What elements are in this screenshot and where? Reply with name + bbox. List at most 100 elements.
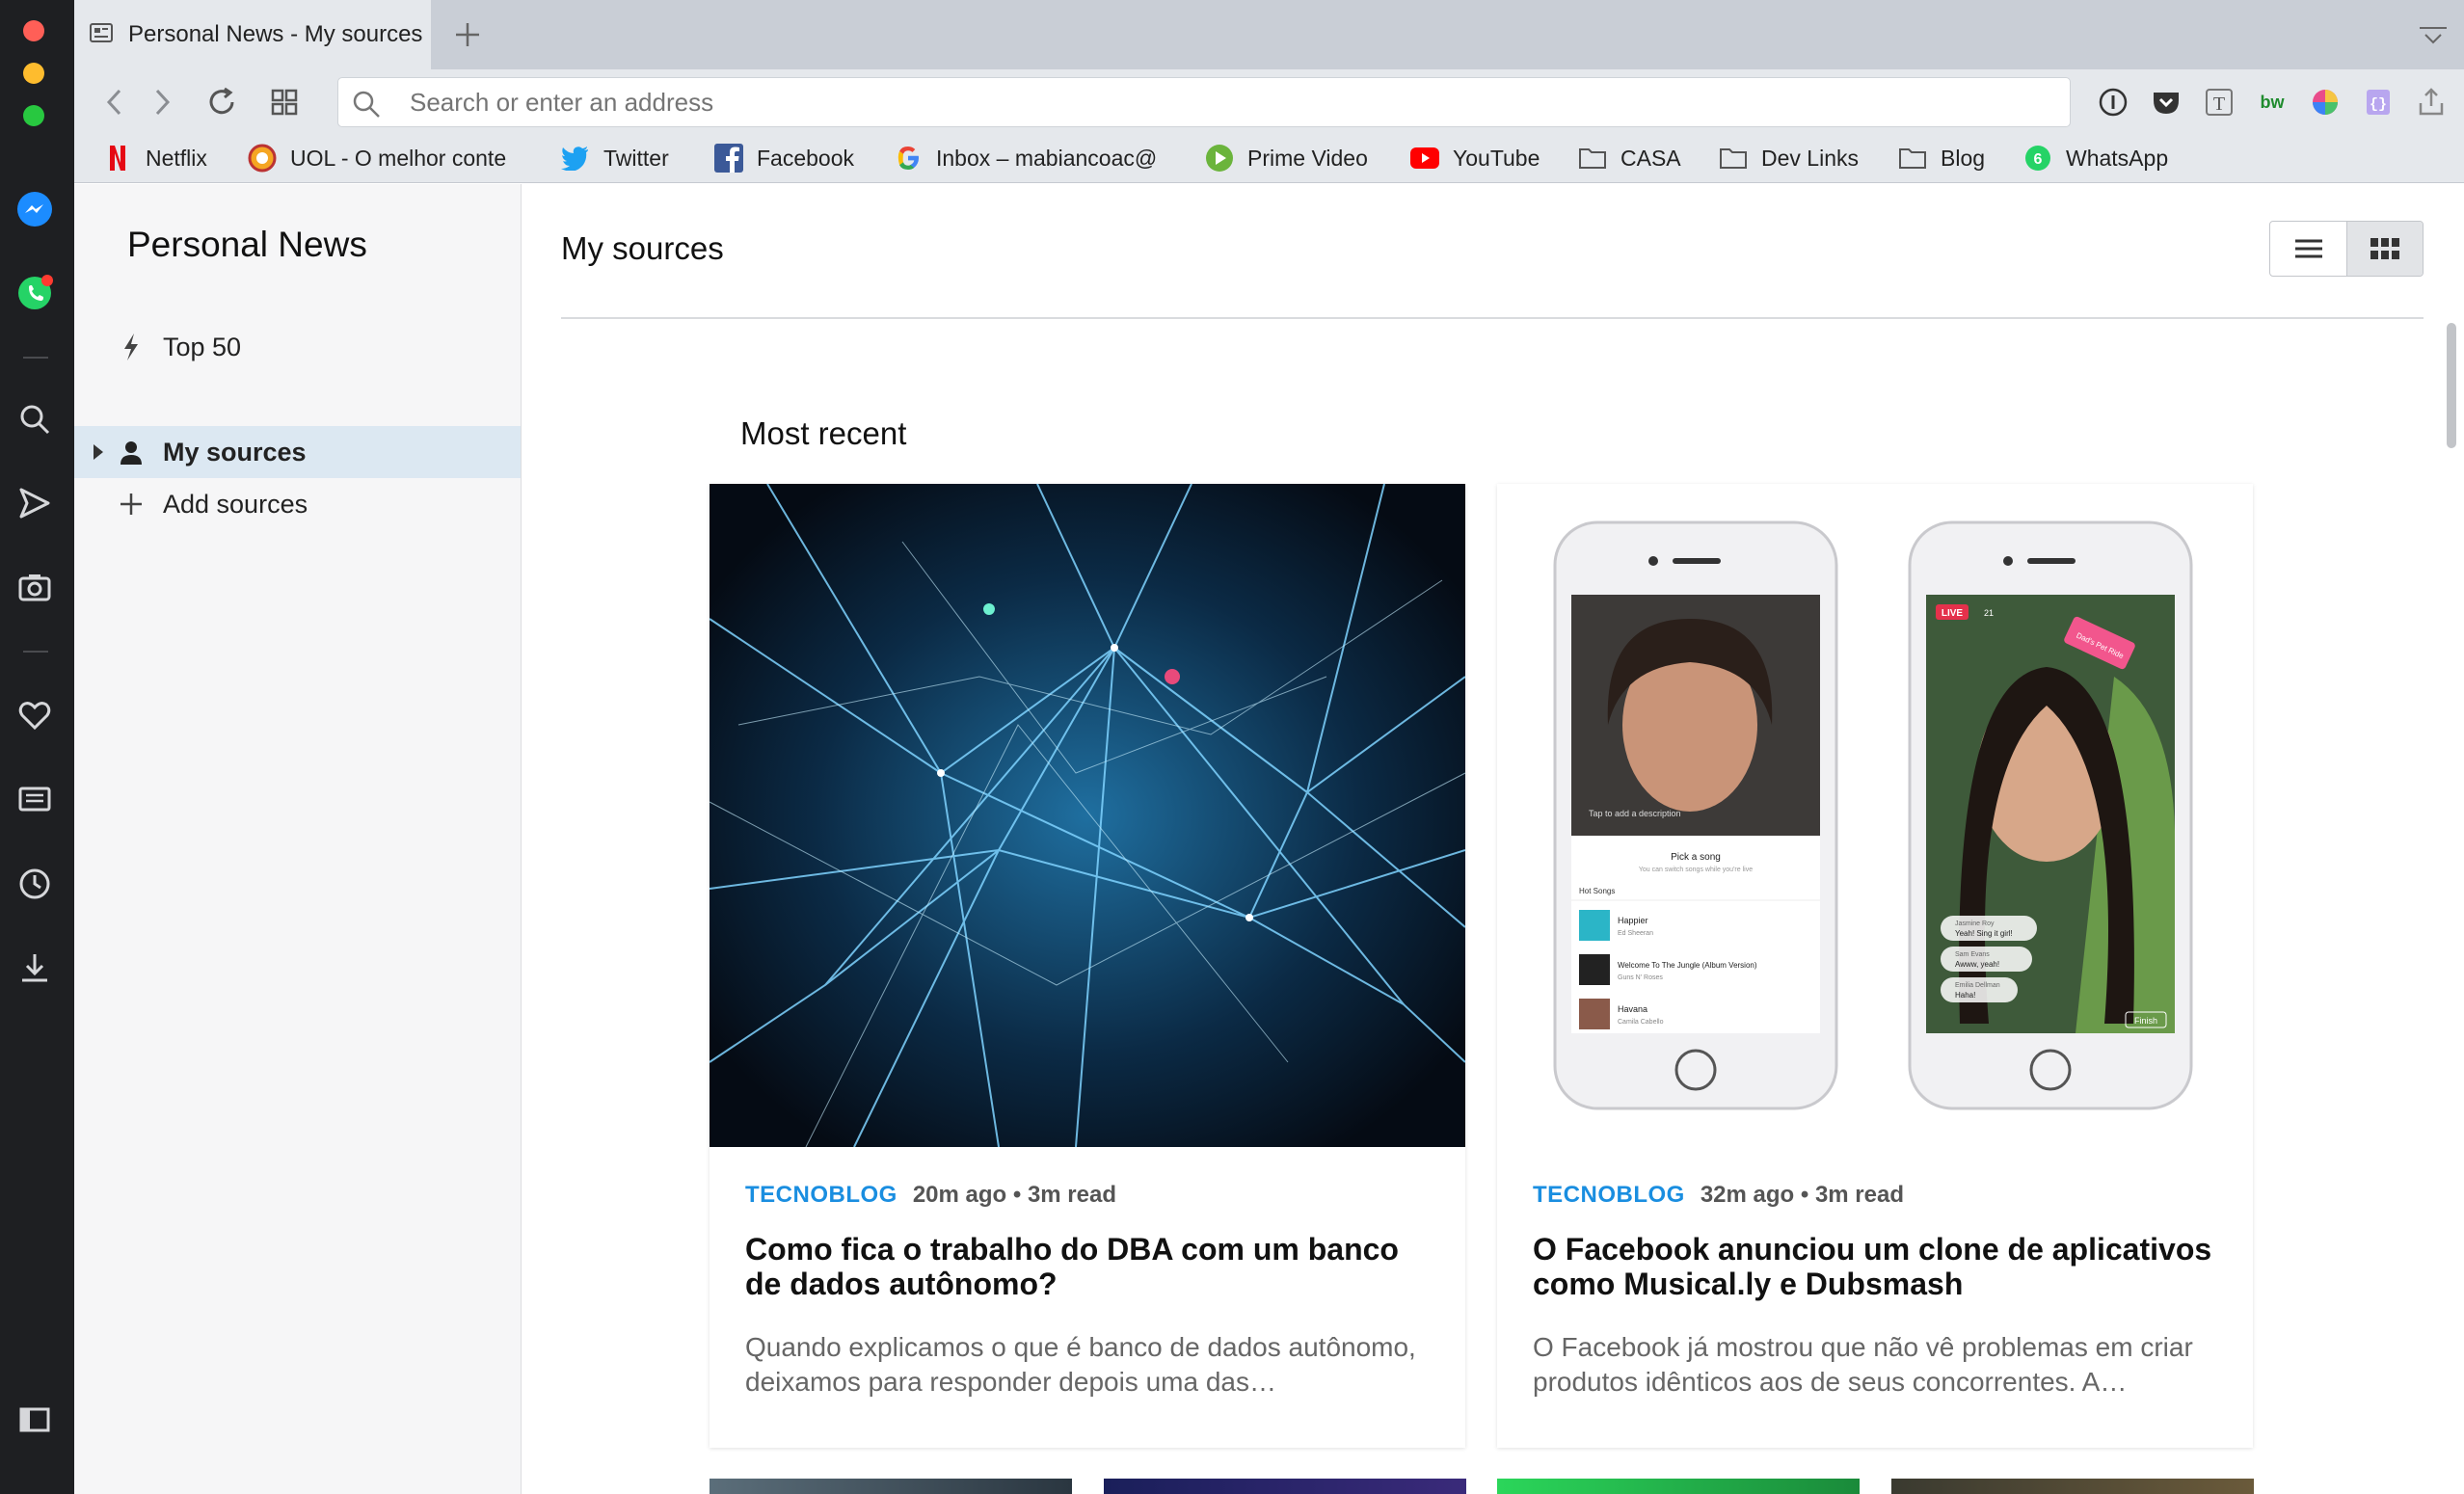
reload-button[interactable] [202, 83, 241, 121]
lightning-icon [115, 331, 147, 363]
svg-text:Welcome To The Jungle (Album V: Welcome To The Jungle (Album Version) [1618, 961, 1757, 970]
heart-icon[interactable] [14, 695, 55, 735]
nav-item-add-sources[interactable]: Add sources [74, 478, 521, 530]
scrollbar[interactable] [2443, 184, 2464, 1494]
pocket-icon[interactable] [2149, 85, 2183, 120]
svg-text:Awww, yeah!: Awww, yeah! [1955, 960, 1999, 969]
svg-text:Sam Evans: Sam Evans [1955, 951, 1990, 958]
bw-extension-icon[interactable]: bw [2255, 85, 2290, 120]
vpn-extension-icon[interactable] [2096, 85, 2130, 120]
netflix-icon [103, 144, 132, 173]
forward-button[interactable] [143, 83, 181, 121]
bookmark-netflix[interactable]: Netflix [103, 141, 207, 175]
new-tab-button[interactable] [450, 17, 485, 52]
bookmark-youtube[interactable]: YouTube [1410, 141, 1540, 175]
share-icon[interactable] [2414, 85, 2449, 120]
list-view-button[interactable] [2270, 222, 2346, 276]
svg-text:T: T [2213, 93, 2225, 115]
sidebar-toggle-icon[interactable] [14, 1400, 55, 1440]
youtube-icon [1410, 144, 1439, 173]
article-time: 32m ago • 3m read [1700, 1182, 1904, 1208]
article-source[interactable]: TECNOBLOG [1533, 1182, 1685, 1208]
bookmark-inbox[interactable]: Inbox – mabiancoac@ [894, 141, 1241, 175]
tab-strip: Personal News - My sources [74, 0, 2464, 69]
scrollbar-thumb[interactable] [2447, 323, 2456, 448]
bookmark-twitter[interactable]: Twitter [561, 141, 669, 175]
article-image: Tap to add a description Pick a song You… [1497, 484, 2253, 1147]
search-icon[interactable] [14, 399, 55, 440]
svg-text:You can switch songs while you: You can switch songs while you're live [1639, 867, 1753, 873]
news-tab-icon [90, 22, 113, 48]
news-icon[interactable] [14, 779, 55, 819]
json-extension-icon[interactable]: {} [2361, 85, 2396, 120]
bookmark-folder-blog[interactable]: Blog [1898, 141, 1985, 175]
nav-item-my-sources[interactable]: My sources [74, 426, 521, 478]
svg-text:21: 21 [1984, 608, 1994, 618]
address-bar[interactable] [337, 77, 2071, 127]
article-card[interactable]: Tap to add a description Pick a song You… [1497, 484, 2253, 1448]
tab-overview-button[interactable] [265, 83, 304, 121]
bookmark-facebook[interactable]: Facebook [714, 141, 854, 175]
article-thumbnail[interactable] [710, 1479, 1072, 1494]
svg-text:LIVE: LIVE [1942, 608, 1964, 619]
opera-sidebar [0, 0, 74, 1494]
folder-icon [1719, 144, 1748, 173]
folder-icon [1578, 144, 1607, 173]
svg-text:6: 6 [2034, 151, 2043, 168]
svg-text:Hot Songs: Hot Songs [1579, 887, 1615, 895]
address-input[interactable] [338, 78, 2070, 126]
article-thumbnail[interactable] [1497, 1479, 1860, 1494]
plus-icon [115, 488, 147, 520]
download-icon[interactable] [14, 947, 55, 988]
expand-arrow-icon[interactable] [92, 442, 115, 462]
bookmark-folder-dev-links[interactable]: Dev Links [1719, 141, 1859, 175]
article-excerpt: Quando explicamos o que é banco de dados… [745, 1332, 1416, 1397]
svg-text:Camila Cabello: Camila Cabello [1618, 1019, 1664, 1026]
messenger-icon[interactable] [14, 189, 55, 229]
bookmark-uol[interactable]: UOL - O melhor conte [248, 141, 595, 175]
history-icon[interactable] [14, 864, 55, 904]
send-icon[interactable] [14, 483, 55, 523]
translate-icon[interactable]: T [2202, 85, 2236, 120]
svg-text:Tap to add a description: Tap to add a description [1589, 809, 1681, 818]
news-sidebar: Personal News Top 50 My sources Add sour… [74, 184, 522, 1494]
uol-icon [248, 144, 277, 173]
bookmark-prime-video[interactable]: Prime Video [1205, 141, 1368, 175]
svg-text:Pick a song: Pick a song [1671, 852, 1721, 863]
svg-text:Happier: Happier [1618, 916, 1648, 925]
folder-icon [1898, 144, 1927, 173]
svg-text:bw: bw [2261, 93, 2286, 112]
minimize-window-button[interactable] [23, 63, 44, 84]
close-window-button[interactable] [23, 20, 44, 41]
zoom-window-button[interactable] [23, 105, 44, 126]
color-picker-icon[interactable] [2308, 85, 2343, 120]
article-meta: TECNOBLOG 20m ago • 3m read [745, 1182, 1116, 1209]
camera-icon[interactable] [14, 567, 55, 607]
article-excerpt: O Facebook já mostrou que não vê problem… [1533, 1332, 2193, 1397]
tab-menu-icon[interactable] [2418, 25, 2449, 48]
svg-text:Yeah! Sing it girl!: Yeah! Sing it girl! [1955, 929, 2013, 938]
article-headline[interactable]: O Facebook anunciou um clone de aplicati… [1533, 1232, 2227, 1301]
tab-title: Personal News - My sources [128, 21, 423, 47]
view-toggle [2269, 221, 2424, 277]
article-headline[interactable]: Como fica o trabalho do DBA com um banco… [745, 1232, 1439, 1301]
svg-text:Haha!: Haha! [1955, 991, 1975, 1000]
active-tab[interactable]: Personal News - My sources [74, 0, 431, 69]
svg-text:Jasmine Roy: Jasmine Roy [1955, 920, 1995, 927]
svg-text:Emilia Dellman: Emilia Dellman [1955, 982, 2000, 989]
svg-text:{}: {} [2370, 96, 2387, 113]
nav-item-top-50[interactable]: Top 50 [74, 321, 521, 373]
bookmark-whatsapp[interactable]: 6 WhatsApp [2023, 141, 2168, 175]
article-card[interactable]: TECNOBLOG 20m ago • 3m read Como fica o t… [710, 484, 1465, 1448]
prime-video-icon [1205, 144, 1234, 173]
page-title: My sources [561, 230, 724, 266]
grid-view-button[interactable] [2346, 222, 2423, 276]
bookmark-folder-casa[interactable]: CASA [1578, 141, 1681, 175]
back-button[interactable] [95, 83, 134, 121]
article-thumbnail[interactable] [1104, 1479, 1466, 1494]
article-meta: TECNOBLOG 32m ago • 3m read [1533, 1182, 1904, 1209]
article-source[interactable]: TECNOBLOG [745, 1182, 897, 1208]
whatsapp-icon[interactable] [14, 273, 55, 313]
news-sidebar-title: Personal News [127, 225, 367, 264]
article-thumbnail[interactable] [1891, 1479, 2254, 1494]
